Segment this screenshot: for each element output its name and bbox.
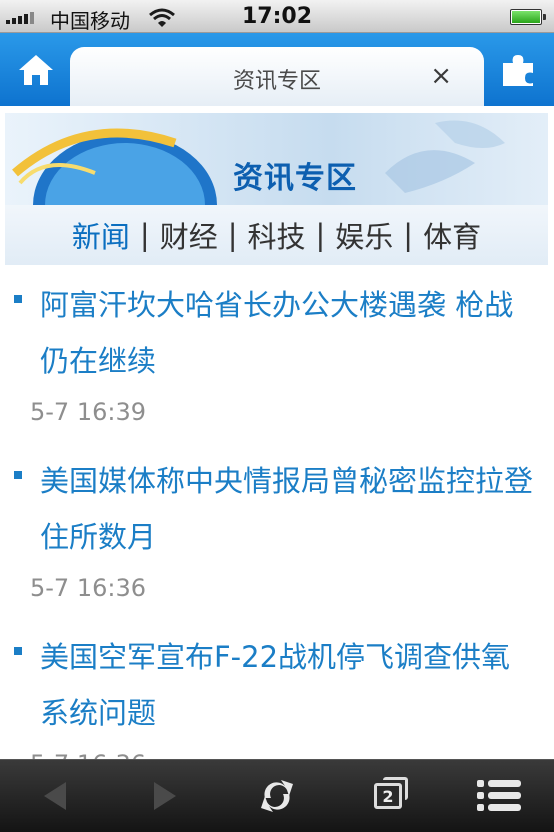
- category-sports[interactable]: 体育: [419, 214, 485, 256]
- category-divider: |: [139, 218, 150, 252]
- news-list: 阿富汗坎大哈省长办公大楼遇袭 枪战仍在继续 5-7 16:39 美国媒体称中央情…: [0, 265, 554, 793]
- tabs-icon: 2: [374, 777, 408, 809]
- category-divider: |: [315, 218, 326, 252]
- battery-icon: [510, 9, 546, 25]
- forward-button[interactable]: [110, 760, 220, 832]
- category-divider: |: [403, 218, 414, 252]
- bullet-icon: [14, 471, 22, 479]
- back-button[interactable]: [0, 760, 110, 832]
- category-divider: |: [227, 218, 238, 252]
- category-finance[interactable]: 财经: [156, 214, 222, 256]
- banner-title: 资讯专区: [233, 161, 357, 196]
- bottom-toolbar: 2: [0, 759, 554, 832]
- plugin-button[interactable]: [482, 33, 554, 106]
- tab-bar: 资讯专区 ×: [0, 33, 554, 106]
- puzzle-icon: [503, 54, 533, 86]
- category-news[interactable]: 新闻: [68, 214, 134, 256]
- refresh-button[interactable]: [222, 760, 332, 832]
- status-bar: 中国移动 17:02: [0, 0, 554, 33]
- bullet-icon: [14, 295, 22, 303]
- back-icon: [44, 782, 66, 810]
- section-banner: 资讯专区: [5, 113, 548, 205]
- category-entertainment[interactable]: 娱乐: [331, 214, 397, 256]
- home-icon: [19, 54, 53, 85]
- category-nav: 新闻 | 财经 | 科技 | 娱乐 | 体育: [5, 205, 548, 265]
- home-button[interactable]: [0, 33, 72, 106]
- tab-close-button[interactable]: ×: [430, 61, 452, 91]
- refresh-icon: [261, 780, 293, 812]
- category-tech[interactable]: 科技: [243, 214, 309, 256]
- menu-icon: [477, 780, 521, 811]
- tab-title: 资讯专区: [232, 69, 321, 94]
- news-time: 5-7 16:39: [30, 398, 146, 426]
- tabs-button[interactable]: 2: [333, 760, 443, 832]
- news-time: 5-7 16:36: [30, 574, 146, 602]
- news-title-link[interactable]: 阿富汗坎大哈省长办公大楼遇袭 枪战仍在继续: [40, 277, 534, 389]
- forward-icon: [154, 782, 176, 810]
- list-item: 阿富汗坎大哈省长办公大楼遇袭 枪战仍在继续 5-7 16:39: [0, 265, 554, 435]
- status-time: 17:02: [241, 4, 313, 29]
- menu-button[interactable]: [444, 760, 554, 832]
- list-item: 美国媒体称中央情报局曾秘密监控拉登住所数月 5-7 16:36: [0, 441, 554, 611]
- news-title-link[interactable]: 美国媒体称中央情报局曾秘密监控拉登住所数月: [40, 453, 534, 565]
- active-tab[interactable]: 资讯专区 ×: [70, 47, 484, 106]
- news-title-link[interactable]: 美国空军宣布F-22战机停飞调查供氧系统问题: [40, 629, 534, 741]
- bullet-icon: [14, 647, 22, 655]
